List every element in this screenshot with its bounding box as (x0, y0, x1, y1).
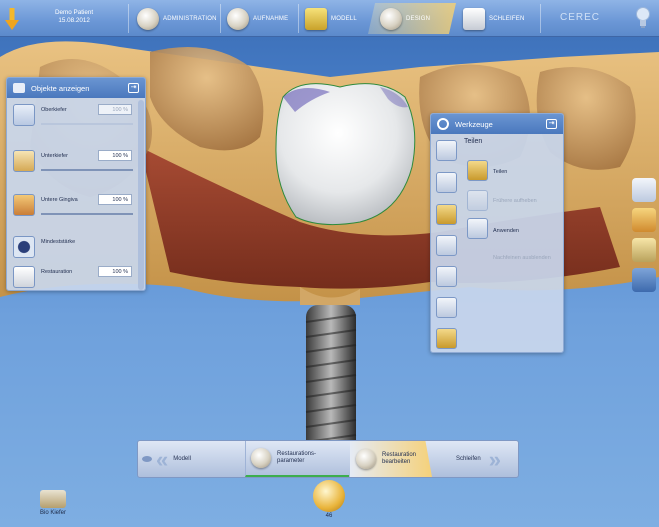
back-arrow-icon[interactable] (4, 6, 20, 32)
objects-panel: Objekte anzeigen ⇥ Oberkiefer 100 % Unte… (6, 77, 146, 291)
step-next-schleifen[interactable]: Schleifen » (456, 441, 518, 477)
teilen-action-icon[interactable] (467, 160, 488, 181)
object-opacity-field[interactable]: 100 % (98, 150, 132, 161)
undo-previous-label: Frühere aufheben (493, 198, 537, 204)
tool-contact-icon[interactable] (436, 266, 457, 287)
step-restauration-bearbeiten[interactable]: Restauration bearbeiten (350, 441, 432, 477)
tool-smooth-icon[interactable] (436, 235, 457, 256)
object-label: Oberkiefer (41, 107, 67, 113)
pin-panel-icon[interactable]: ⇥ (128, 83, 139, 93)
tool-rotate-icon[interactable] (436, 297, 457, 318)
tools-gear-icon (437, 118, 449, 130)
objects-panel-title: Objekte anzeigen (31, 83, 90, 93)
step-label: Modell (173, 455, 191, 462)
step-restaurationsparameter[interactable]: Restaurations- parameter (245, 441, 349, 477)
tooth-number: 46 (325, 513, 333, 519)
bio-jaw-icon[interactable] (40, 490, 66, 508)
crown-design-icon (380, 7, 402, 30)
tool-shape-icon[interactable] (436, 140, 457, 161)
scan-jaw-icon (227, 7, 249, 30)
top-toolbar: Demo Patient 15.08.2012 ADMINISTRATION A… (0, 0, 659, 37)
model-block-icon (305, 7, 327, 30)
object-opacity-field[interactable]: 100 % (98, 266, 132, 277)
step-prev-modell[interactable]: « Modell (156, 441, 242, 477)
patient-info: Demo Patient 15.08.2012 (55, 9, 93, 25)
step-label: Restaurations- parameter (277, 451, 317, 464)
separator (128, 4, 129, 33)
tool-teilen-icon[interactable] (436, 204, 457, 225)
tool-crown-icon[interactable] (436, 328, 457, 349)
implant-screw (305, 305, 357, 455)
tab-schleifen[interactable]: SCHLEIFEN (458, 3, 538, 34)
lower-jaw-icon[interactable] (13, 150, 35, 172)
eye-toggle-icon[interactable] (142, 456, 152, 462)
step-label: Restauration bearbeiten (382, 452, 417, 465)
tab-label: AUFNAHME (253, 15, 289, 22)
upper-jaw-icon[interactable] (13, 104, 35, 126)
teilen-label[interactable]: Teilen (493, 169, 507, 175)
tool-add-material-icon[interactable] (436, 172, 457, 193)
tab-modell[interactable]: MODELL (300, 3, 368, 34)
object-label: Mindeststärke (41, 239, 76, 245)
tab-administration[interactable]: ADMINISTRATION (132, 3, 220, 34)
objects-panel-header: Objekte anzeigen ⇥ (7, 78, 145, 98)
milling-unit-icon (463, 7, 485, 30)
object-opacity-slider[interactable] (41, 169, 133, 171)
object-opacity-field[interactable]: 100 % (98, 194, 132, 205)
crown-edit-icon (356, 449, 376, 469)
tools-panel: Werkzeuge ⇥ Teilen Teilen Frühere aufheb… (430, 113, 564, 353)
undo-previous-icon (467, 190, 488, 211)
object-opacity-field[interactable]: 100 % (98, 104, 132, 115)
crown-params-icon (251, 448, 271, 468)
teeth-jaw-icon (137, 7, 159, 30)
view-tooth-icon[interactable] (632, 178, 656, 202)
tab-aufnahme[interactable]: AUFNAHME (222, 3, 298, 34)
tab-label: DESIGN (406, 15, 431, 22)
patient-date: 15.08.2012 (58, 17, 90, 24)
tab-label: MODELL (331, 15, 357, 22)
brand-logo: CEREC (560, 12, 601, 23)
tools-panel-title: Werkzeuge (455, 119, 493, 129)
object-label: Unterkiefer (41, 153, 68, 159)
view-paint-icon[interactable] (632, 238, 656, 262)
double-chevron-left-icon: « (156, 446, 168, 472)
minimum-thickness-icon[interactable] (13, 236, 35, 258)
step-label: Schleifen (456, 455, 481, 462)
tools-panel-header: Werkzeuge ⇥ (431, 114, 563, 134)
tab-label: ADMINISTRATION (163, 15, 217, 22)
hide-refine-label: Nachfeinen ausblenden (493, 255, 551, 261)
gingiva-icon[interactable] (13, 194, 35, 216)
separator (540, 4, 541, 33)
tooth-selector-icon[interactable] (313, 480, 345, 512)
bio-jaw-label: Bio Kiefer (39, 510, 66, 516)
tab-label: SCHLEIFEN (489, 15, 525, 22)
object-label: Untere Gingiva (41, 197, 78, 203)
tab-design[interactable]: DESIGN (368, 3, 456, 34)
apply-label[interactable]: Anwenden (493, 228, 519, 234)
eye-icon (13, 83, 25, 93)
workflow-navigation: « Modell Restaurations- parameter Restau… (137, 440, 519, 478)
objects-panel-scrollbar[interactable] (138, 100, 144, 290)
view-screen-icon[interactable] (632, 268, 656, 292)
lightbulb-icon[interactable] (634, 6, 652, 30)
object-opacity-slider[interactable] (41, 213, 133, 215)
apply-checkmark-icon[interactable] (467, 218, 488, 239)
separator (298, 4, 299, 33)
tools-section-title: Teilen (464, 138, 483, 145)
restoration-icon[interactable] (13, 266, 35, 288)
patient-name: Demo Patient (55, 9, 94, 16)
pin-panel-icon[interactable]: ⇥ (546, 119, 557, 129)
object-label: Restauration (41, 269, 73, 275)
object-opacity-slider[interactable] (41, 123, 133, 125)
double-chevron-right-icon: » (488, 446, 501, 472)
separator (220, 4, 221, 33)
view-gold-icon[interactable] (632, 208, 656, 232)
